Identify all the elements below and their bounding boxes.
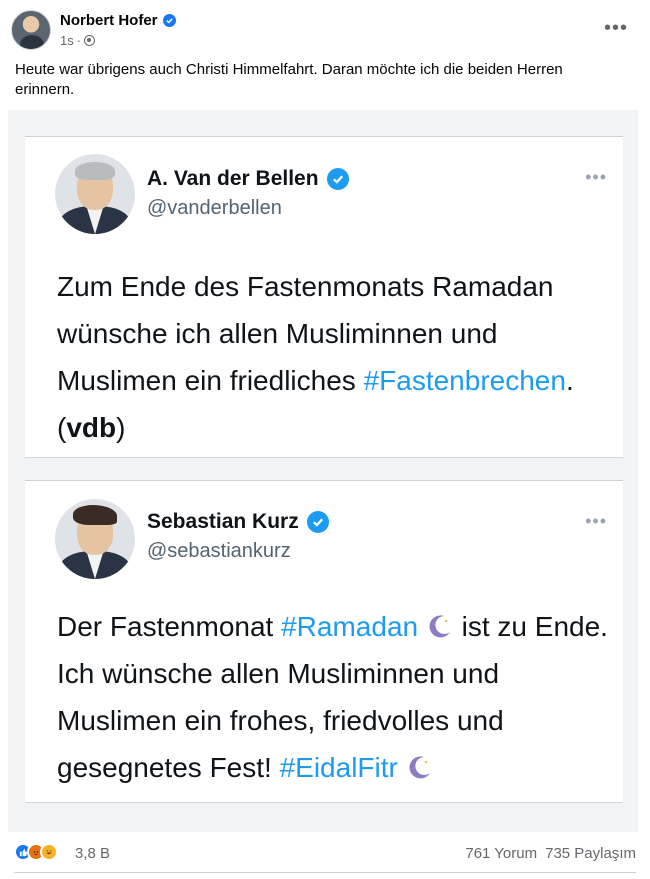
crescent-moon-icon bbox=[429, 615, 450, 638]
tweet-avatar bbox=[55, 154, 135, 234]
haha-reaction-icon bbox=[40, 843, 58, 861]
tweet-text: Der Fastenmonat #Ramadan ist zu Ende. Ic… bbox=[57, 603, 617, 791]
tweet-avatar bbox=[55, 499, 135, 579]
author-row: Norbert Hofer bbox=[60, 12, 176, 29]
tweet-handle: @sebastiankurz bbox=[147, 540, 291, 562]
verified-badge-icon bbox=[306, 511, 329, 533]
verified-badge-icon bbox=[326, 168, 349, 190]
tweet-name-row: A. Van der Bellen bbox=[147, 167, 349, 191]
more-options-icon: ••• bbox=[585, 511, 607, 531]
globe-icon bbox=[84, 35, 96, 46]
share-count[interactable]: 735 Paylaşım bbox=[545, 845, 636, 862]
verified-badge-icon bbox=[162, 14, 176, 27]
tweet-card: Sebastian Kurz @sebastiankurz ••• Der Fa… bbox=[25, 480, 623, 803]
crescent-moon-icon bbox=[409, 756, 430, 779]
author-name[interactable]: Norbert Hofer bbox=[60, 12, 158, 29]
hashtag: #EidalFitr bbox=[279, 752, 398, 783]
post-footer: 3,8 B 761 Yorum 735 Paylaşım bbox=[0, 838, 650, 870]
tweet-text: Zum Ende des Fastenmonats Ramadan wünsch… bbox=[57, 263, 617, 451]
tweet-card: A. Van der Bellen @vanderbellen ••• Zum … bbox=[25, 136, 623, 458]
post-meta: 1s · bbox=[60, 33, 96, 48]
post-text: Heute war übrigens auch Christi Himmelfa… bbox=[15, 61, 563, 98]
tweet-author-name: Sebastian Kurz bbox=[147, 510, 299, 533]
tweet-text-part: ) bbox=[116, 412, 126, 443]
post-time[interactable]: 1s bbox=[60, 33, 74, 48]
comment-count[interactable]: 761 Yorum bbox=[465, 845, 537, 862]
signature: vdb bbox=[66, 412, 117, 443]
hashtag: #Ramadan bbox=[281, 611, 419, 642]
reaction-count[interactable]: 3,8 B bbox=[75, 845, 110, 862]
post-header: Norbert Hofer 1s · ••• bbox=[0, 0, 650, 56]
author-avatar[interactable] bbox=[11, 10, 51, 50]
tweet-author-name: A. Van der Bellen bbox=[147, 167, 319, 190]
reaction-icons[interactable] bbox=[14, 843, 58, 861]
divider bbox=[14, 872, 636, 873]
more-options-icon: ••• bbox=[585, 167, 607, 187]
post-image[interactable]: A. Van der Bellen @vanderbellen ••• Zum … bbox=[8, 110, 638, 832]
more-options-icon[interactable]: ••• bbox=[604, 18, 628, 38]
post-stats: 761 Yorum 735 Paylaşım bbox=[465, 845, 636, 862]
hashtag: #Fastenbrechen bbox=[363, 365, 566, 396]
tweet-handle: @vanderbellen bbox=[147, 197, 282, 219]
tweet-text-part: Der Fastenmonat bbox=[57, 611, 282, 642]
tweet-name-row: Sebastian Kurz bbox=[147, 510, 329, 534]
meta-separator: · bbox=[76, 33, 82, 48]
